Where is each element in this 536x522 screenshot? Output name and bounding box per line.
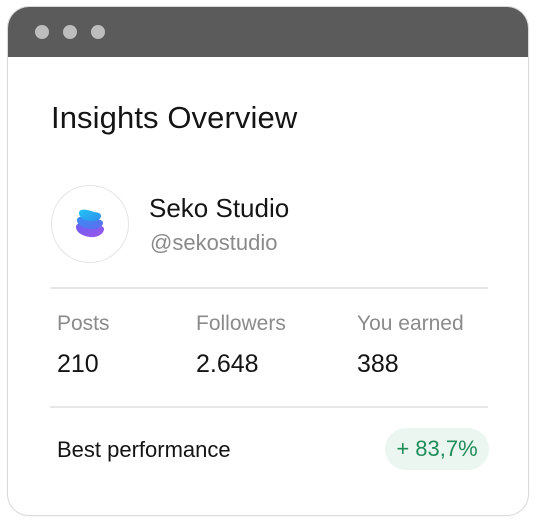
window-maximize-dot[interactable]	[91, 25, 105, 39]
window-titlebar	[8, 7, 528, 57]
stat-value: 2.648	[196, 350, 259, 378]
stat-value: 388	[357, 350, 399, 378]
stat-followers: Followers 2.648	[196, 312, 286, 379]
window-close-dot[interactable]	[35, 25, 49, 39]
stat-posts: Posts 210	[57, 312, 110, 379]
stat-value: 210	[57, 350, 99, 378]
best-performance-label: Best performance	[57, 437, 231, 462]
stat-earned: You earned 388	[357, 312, 464, 379]
avatar[interactable]	[51, 185, 129, 263]
profile-handle[interactable]: @sekostudio	[150, 230, 278, 256]
layered-stack-logo-icon	[76, 209, 104, 238]
performance-badge: + 83,7%	[385, 428, 489, 470]
insights-card: Insights Overview Seko Studio @sekostudi…	[8, 57, 528, 515]
divider	[50, 406, 488, 408]
divider	[50, 287, 488, 289]
profile-section: Seko Studio @sekostudio	[51, 185, 491, 265]
stat-label: Followers	[196, 312, 286, 335]
page-title: Insights Overview	[51, 100, 298, 135]
app-window: Insights Overview Seko Studio @sekostudi…	[7, 6, 529, 516]
stat-label: You earned	[357, 312, 464, 335]
stat-label: Posts	[57, 312, 110, 335]
profile-name: Seko Studio	[149, 193, 290, 223]
window-minimize-dot[interactable]	[63, 25, 77, 39]
